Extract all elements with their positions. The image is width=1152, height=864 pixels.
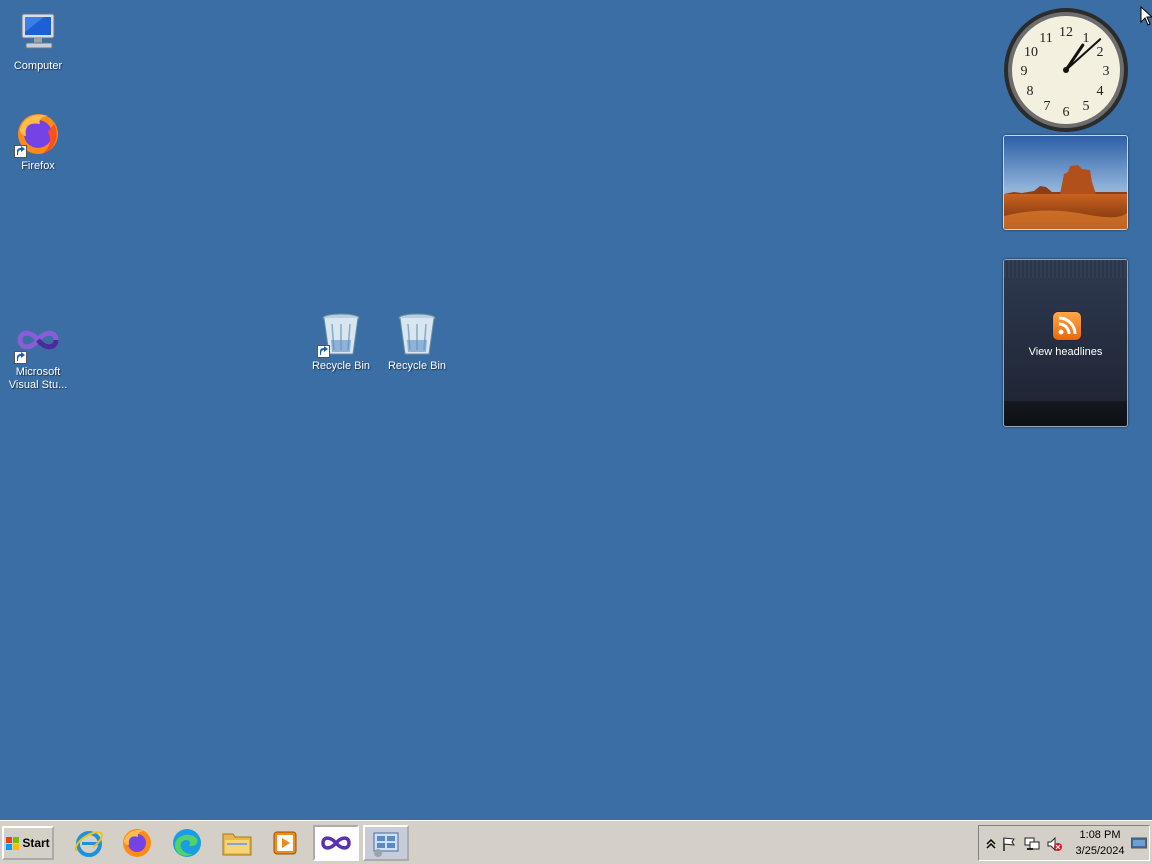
- taskbar-clock-date[interactable]: 3/25/2024: [1072, 845, 1128, 857]
- svg-text:5: 5: [1083, 99, 1090, 114]
- start-button[interactable]: Start: [2, 826, 54, 860]
- taskbar-button-firefox[interactable]: [114, 825, 160, 861]
- mouse-cursor-icon: [1140, 5, 1152, 30]
- firefox-icon: [123, 829, 151, 857]
- taskbar-button-file-explorer[interactable]: [214, 825, 260, 861]
- shortcut-arrow-icon: [317, 345, 330, 358]
- network-icon[interactable]: [1024, 836, 1040, 852]
- recycle-bin-icon: [317, 310, 365, 358]
- rss-feed-icon: [1053, 312, 1081, 340]
- show-desktop-icon: [1131, 837, 1147, 849]
- svg-text:3: 3: [1103, 64, 1110, 79]
- svg-text:7: 7: [1044, 99, 1051, 114]
- svg-text:4: 4: [1097, 84, 1104, 99]
- internet-explorer-icon: [74, 831, 103, 857]
- shortcut-arrow-icon: [14, 351, 27, 364]
- chevron-up-icon: [986, 838, 996, 849]
- firefox-icon: [14, 110, 62, 158]
- svg-text:1: 1: [1083, 31, 1090, 46]
- svg-text:9: 9: [1021, 64, 1028, 79]
- svg-text:12: 12: [1059, 25, 1073, 40]
- media-player-icon: [273, 831, 297, 855]
- clock-gadget[interactable]: 12 1 2 345 678 9 10 11: [1002, 6, 1130, 134]
- start-label: Start: [22, 836, 50, 850]
- visual-studio-icon: [14, 316, 62, 364]
- desktop-icon-label: Computer: [13, 60, 63, 72]
- taskbar-button-server-manager[interactable]: [363, 825, 409, 861]
- folder-icon: [222, 833, 252, 856]
- visual-studio-icon: [321, 836, 351, 850]
- recycle-bin-icon: [393, 310, 441, 358]
- gadget-header-strip: [1004, 260, 1127, 278]
- taskbar: Start 1:08 PM 3/25/2024: [0, 820, 1152, 864]
- computer-icon: [14, 10, 62, 58]
- desktop-icon-recycle-bin-shortcut[interactable]: Recycle Bin: [303, 310, 379, 373]
- desktop-icon-label: Recycle Bin: [387, 360, 447, 372]
- taskbar-button-edge[interactable]: [164, 825, 210, 861]
- desert-landscape-image: [1004, 136, 1127, 229]
- svg-text:8: 8: [1027, 84, 1034, 99]
- shortcut-arrow-icon: [14, 145, 27, 158]
- desktop-icon-label: Microsoft Visual Stu...: [8, 366, 68, 391]
- desktop-icon-label: Recycle Bin: [311, 360, 371, 372]
- svg-text:2: 2: [1097, 45, 1104, 60]
- slideshow-gadget[interactable]: [1003, 135, 1128, 230]
- feed-headlines-gadget[interactable]: View headlines: [1003, 259, 1128, 427]
- desktop-icon-visual-studio[interactable]: Microsoft Visual Stu...: [0, 316, 76, 392]
- edge-icon: [173, 829, 201, 857]
- svg-text:6: 6: [1063, 105, 1070, 120]
- taskbar-button-visual-studio[interactable]: [313, 825, 359, 861]
- notification-area: 1:08 PM 3/25/2024: [978, 825, 1150, 861]
- show-desktop-button[interactable]: [1131, 835, 1147, 849]
- desktop-icon-computer[interactable]: Computer: [0, 10, 76, 73]
- taskbar-button-media-player[interactable]: [262, 825, 308, 861]
- taskbar-clock-time[interactable]: 1:08 PM: [1072, 829, 1128, 841]
- action-center-flag-icon[interactable]: [1001, 836, 1017, 852]
- show-hidden-icons-button[interactable]: [983, 836, 999, 852]
- desktop-icon-recycle-bin[interactable]: Recycle Bin: [379, 310, 455, 373]
- desktop-icon-firefox[interactable]: Firefox: [0, 110, 76, 173]
- server-manager-icon: [373, 832, 399, 857]
- windows-logo-icon: [6, 836, 20, 850]
- svg-text:10: 10: [1024, 45, 1038, 60]
- taskbar-button-internet-explorer[interactable]: [66, 825, 112, 861]
- svg-text:11: 11: [1039, 31, 1052, 46]
- view-headlines-link[interactable]: View headlines: [1004, 346, 1127, 358]
- desktop-icon-label: Firefox: [21, 160, 55, 172]
- analog-clock-face: 12 12 345 678 91011: [1004, 8, 1128, 132]
- volume-muted-icon[interactable]: [1046, 836, 1062, 852]
